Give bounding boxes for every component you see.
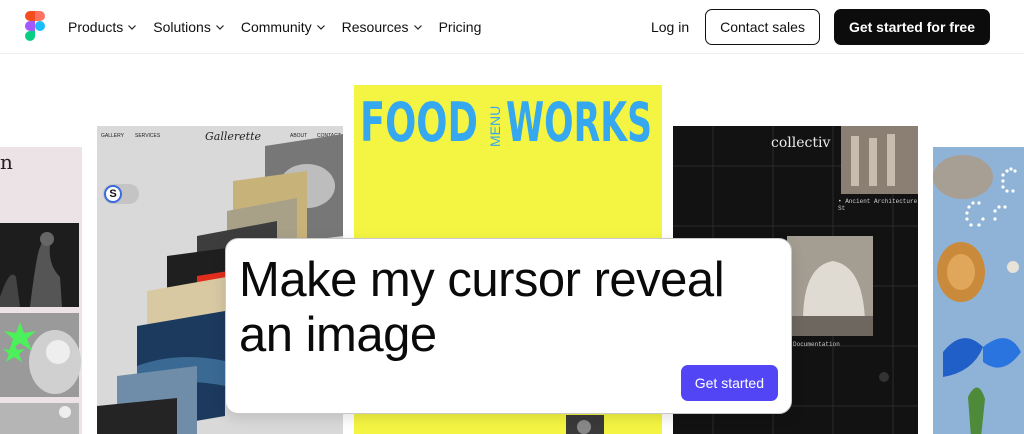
nav-item-label: Solutions	[153, 19, 211, 35]
nav-menu: Products Solutions Community Resources P…	[68, 0, 481, 54]
top-nav: Products Solutions Community Resources P…	[0, 0, 1024, 54]
prompt-text[interactable]: Make my cursor reveal an image	[239, 253, 784, 363]
chevron-down-icon	[316, 25, 325, 30]
ai-prompt-box[interactable]: Make my cursor reveal an image Get start…	[225, 238, 792, 414]
nav-item-label: Pricing	[438, 19, 482, 35]
nav-item-label: Resources	[341, 19, 409, 35]
figma-logo-icon[interactable]	[25, 11, 45, 41]
template-card-right[interactable]	[933, 147, 1024, 434]
collectiv-caption: • Ancient Architecture St	[838, 198, 918, 212]
chevron-down-icon	[215, 25, 224, 30]
collectiv-title: collectiv	[771, 135, 831, 151]
chevron-down-icon	[128, 25, 137, 30]
page: Products Solutions Community Resources P…	[0, 0, 1024, 434]
login-link[interactable]: Log in	[651, 19, 689, 35]
nav-item-products[interactable]: Products	[68, 19, 137, 35]
nav-item-pricing[interactable]: Pricing	[439, 19, 482, 35]
dancer-photo-collage	[0, 223, 81, 434]
contact-sales-button[interactable]: Contact sales	[705, 9, 820, 45]
prompt-get-started-button[interactable]: Get started	[680, 365, 778, 401]
collectiv-caption: Documentation	[793, 341, 840, 348]
chevron-down-icon	[413, 25, 422, 30]
nav-item-solutions[interactable]: Solutions	[153, 19, 225, 35]
nav-actions: Log in Contact sales Get started for fre…	[651, 9, 990, 45]
nav-item-resources[interactable]: Resources	[342, 19, 423, 35]
nav-item-label: Community	[240, 19, 312, 35]
template-card-left[interactable]: n	[0, 147, 82, 434]
nav-item-community[interactable]: Community	[241, 19, 326, 35]
nav-item-label: Products	[68, 19, 124, 35]
get-started-free-button[interactable]: Get started for free	[833, 9, 990, 45]
butterfly-collage	[933, 147, 1024, 434]
